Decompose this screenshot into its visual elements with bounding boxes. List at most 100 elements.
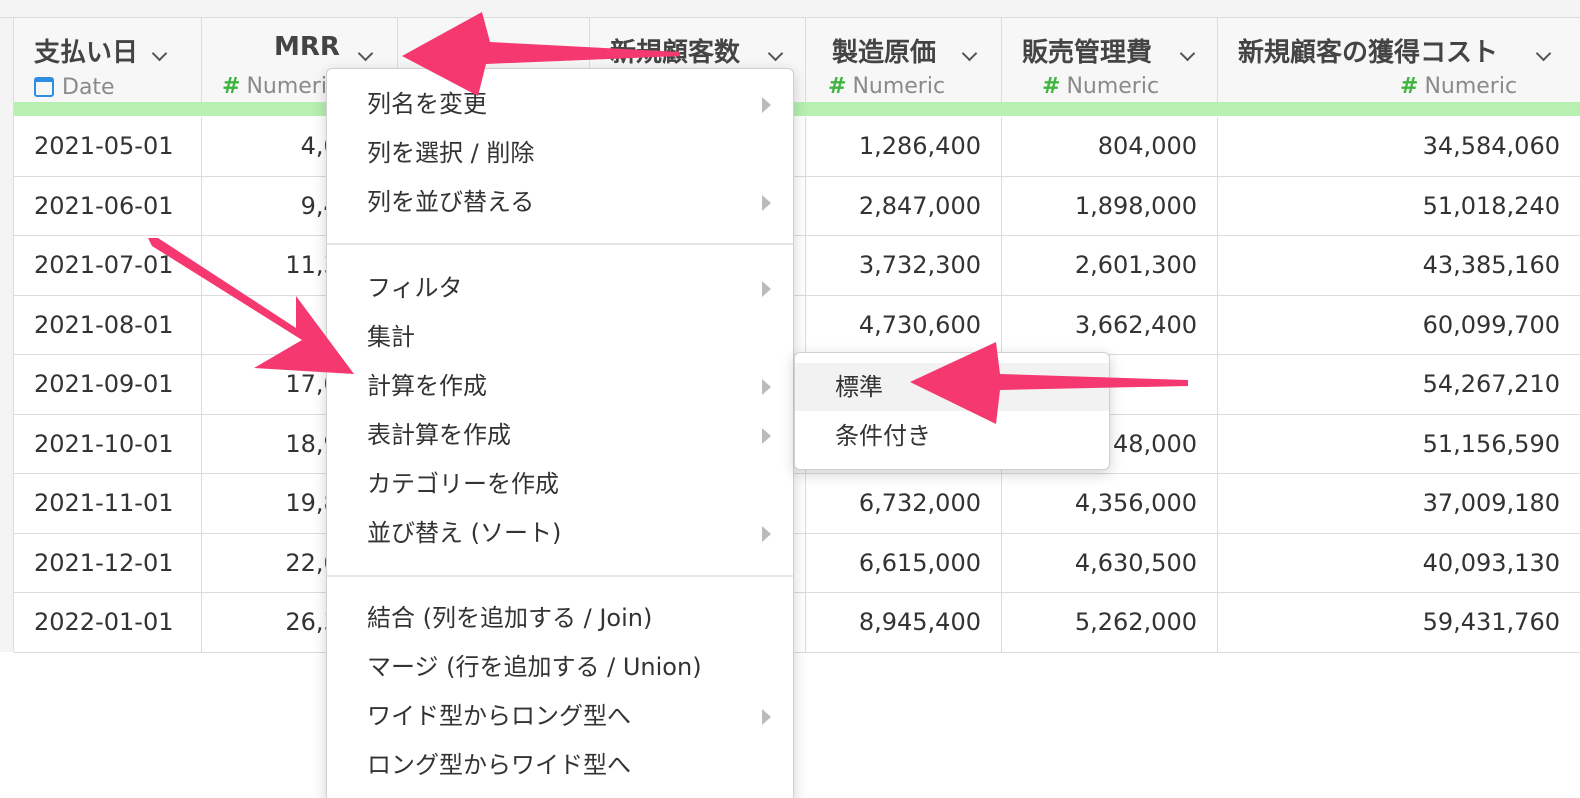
cell-sga[interactable]: 4,356,000 [1002,474,1218,533]
chevron-right-icon [762,379,771,395]
table-row[interactable]: 2021-08-01 4,730,600 3,662,400 60,099,700 [14,295,1580,355]
cell-payment-date[interactable]: 2021-09-01 [14,355,202,414]
cell-sga[interactable]: 2,601,300 [1002,236,1218,295]
cell-payment-date[interactable]: 2021-06-01 [14,176,202,235]
column-title: 新規顧客数 [610,38,741,68]
cell-payment-date[interactable]: 2021-05-01 [14,117,202,176]
menu-item-filter[interactable]: フィルタ [327,265,793,311]
column-type: # Numeric [1400,74,1517,99]
column-type: Date [34,74,115,100]
column-quality-bar [14,102,1580,116]
cell-cac[interactable]: 60,099,700 [1218,296,1580,355]
cell-sga[interactable]: 804,000 [1002,117,1218,176]
table-row[interactable]: 2021-07-0111,310,3,732,3002,601,30043,38… [14,236,1580,296]
cell-payment-date[interactable]: 2021-12-01 [14,533,202,592]
cell-cogs[interactable]: 6,615,000 [806,533,1002,592]
submenu-item-conditional[interactable]: 条件付き [795,412,1109,460]
cell-payment-date[interactable]: 2021-11-01 [14,474,202,533]
cell-cac[interactable]: 51,156,590 [1218,415,1580,474]
chevron-down-icon[interactable] [151,45,168,62]
menu-item-join[interactable]: 結合 (列を追加する / Join) [327,595,793,641]
cell-cogs[interactable]: 1,286,400 [806,117,1002,176]
column-header-payment-date[interactable]: 支払い日 Date [14,18,202,108]
column-header-cogs[interactable]: 製造原価 # Numeric [806,18,1002,108]
menu-item-select-delete-columns[interactable]: 列を選択 / 削除 [327,130,793,176]
chevron-right-icon [762,97,771,113]
menu-item-create-calculation[interactable]: 計算を作成 [327,363,793,409]
chevron-right-icon [762,526,771,542]
cell-cac[interactable]: 54,267,210 [1218,355,1580,414]
column-type-label: Numeric [1066,74,1160,99]
submenu-item-label: 標準 [835,373,883,401]
cell-cac[interactable]: 40,093,130 [1218,534,1580,593]
cell-cogs[interactable]: 4,730,600 [806,295,1002,354]
column-type-label: Numeric [1424,74,1518,99]
cell-cogs[interactable]: 2,847,000 [806,176,1002,235]
column-header-cac[interactable]: 新規顧客の獲得コスト # Numeric [1218,18,1580,108]
cell-cac[interactable]: 59,431,760 [1218,593,1580,652]
menu-item-sort[interactable]: 並び替え (ソート) [327,510,793,556]
chevron-right-icon [762,281,771,297]
chevron-right-icon [762,195,771,211]
table-row[interactable]: 2021-05-014,020,1,286,400804,00034,584,0… [14,117,1580,177]
column-context-menu: 列名を変更 列を選択 / 削除 列を並び替える フィルタ 集計 計算を作成 表計… [326,68,794,798]
cell-sga[interactable]: 1,898,000 [1002,176,1218,235]
menu-item-create-table-calculation[interactable]: 表計算を作成 [327,412,793,458]
column-title: MRR [274,32,340,62]
grid-top-strip [0,0,1580,18]
cell-sga[interactable]: 4,630,500 [1002,533,1218,592]
menu-separator [327,575,793,577]
table-row[interactable]: 2022-01-0126,310,8,945,4005,262,00059,43… [14,593,1580,653]
cell-cac[interactable]: 43,385,160 [1218,236,1580,295]
submenu-item-standard[interactable]: 標準 [795,363,1109,411]
chevron-right-icon [762,428,771,444]
menu-item-reorder-columns[interactable]: 列を並び替える [327,179,793,225]
menu-item-wide-to-long[interactable]: ワイド型からロング型へ [327,693,793,739]
column-title: 製造原価 [832,38,937,68]
menu-item-label: ロング型からワイド型へ [367,751,631,779]
column-type-label: Numeric [852,74,946,99]
cell-cac[interactable]: 37,009,180 [1218,474,1580,533]
chevron-down-icon[interactable] [961,45,978,62]
cell-cogs[interactable]: 6,732,000 [806,474,1002,533]
menu-item-label: 列を並び替える [367,188,535,216]
chevron-down-icon[interactable] [767,45,784,62]
cell-sga[interactable]: 3,662,400 [1002,295,1218,354]
calendar-icon [34,77,54,97]
column-title: 販売管理費 [1022,38,1153,68]
menu-item-label: 表計算を作成 [367,421,511,449]
menu-item-long-to-wide[interactable]: ロング型からワイド型へ [327,742,793,788]
cell-cac[interactable]: 34,584,060 [1218,117,1580,176]
menu-item-label: 列名を変更 [367,90,487,118]
chevron-down-icon[interactable] [357,45,374,62]
column-type: # Numeric [1042,74,1159,99]
chevron-down-icon[interactable] [1535,45,1552,62]
cell-payment-date[interactable]: 2021-08-01 [14,295,202,354]
chevron-right-icon [762,709,771,725]
menu-item-rename-column[interactable]: 列名を変更 [327,81,793,127]
cell-sga[interactable]: 5,262,000 [1002,593,1218,652]
menu-item-label: 集計 [367,323,415,351]
table-row[interactable]: 2021-12-0122,050,6,615,0004,630,50040,09… [14,533,1580,593]
column-title: 支払い日 [34,38,139,68]
hash-icon: # [828,74,847,99]
menu-item-aggregate[interactable]: 集計 [327,314,793,360]
cell-payment-date[interactable]: 2021-07-01 [14,236,202,295]
cell-cac[interactable]: 51,018,240 [1218,177,1580,236]
cell-payment-date[interactable]: 2021-10-01 [14,414,202,473]
table-row[interactable]: 2021-11-0119,800,6,732,0004,356,00037,00… [14,474,1580,534]
menu-item-create-category[interactable]: カテゴリーを作成 [327,461,793,507]
hash-icon: # [1400,74,1419,99]
column-header-sga[interactable]: 販売管理費 # Numeric [1002,18,1218,108]
menu-item-union[interactable]: マージ (行を追加する / Union) [327,644,793,690]
grid-row-gutter [0,18,14,652]
hash-icon: # [222,74,241,99]
table-row[interactable]: 2021-06-019,490,2,847,0001,898,00051,018… [14,176,1580,236]
cell-payment-date[interactable]: 2022-01-01 [14,593,202,652]
menu-item-label: ワイド型からロング型へ [367,702,631,730]
cell-cogs[interactable]: 3,732,300 [806,236,1002,295]
calculation-submenu: 標準 条件付き [794,352,1110,470]
cell-cogs[interactable]: 8,945,400 [806,593,1002,652]
hash-icon: # [1042,74,1061,99]
chevron-down-icon[interactable] [1179,45,1196,62]
